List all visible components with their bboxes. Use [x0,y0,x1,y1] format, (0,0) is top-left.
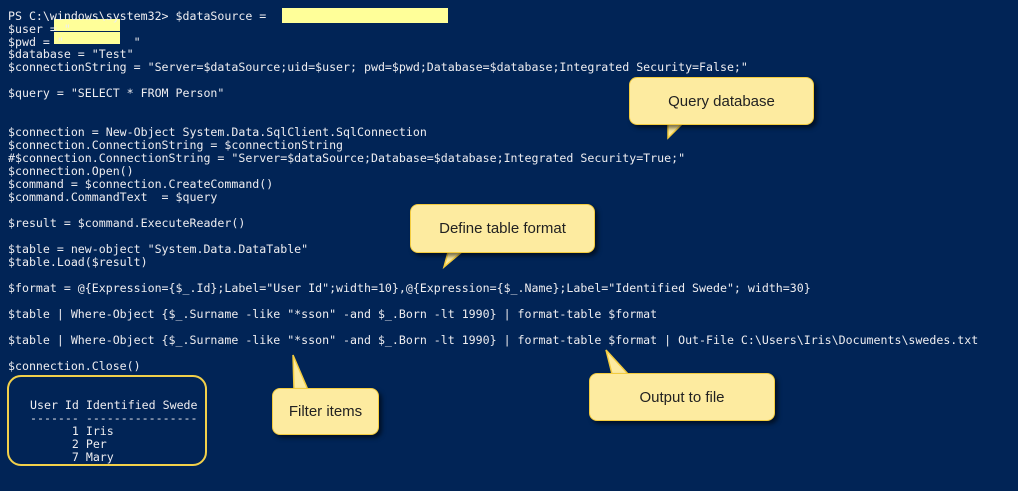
code-line: $table | Where-Object {$_.Surname -like … [8,333,979,347]
callout-query-database: Query database [629,77,814,125]
code-line: $table | Where-Object {$_.Surname -like … [8,307,658,321]
output-table-row: 7 Mary [30,450,114,464]
code-line: $connection.Close() [8,359,141,373]
callout-filter-items: Filter items [272,388,379,435]
powershell-console[interactable]: PS C:\windows\system32> $dataSource = $u… [0,0,1018,491]
code-line: $connectionString = "Server=$dataSource;… [8,60,748,74]
callout-filter-label: Filter items [288,403,363,420]
code-line: $table.Load($result) [8,255,148,269]
code-line: $command.CommandText = $query [8,190,218,204]
callout-query-label: Query database [668,92,775,110]
code-line: $result = $command.ExecuteReader() [8,216,246,230]
code-line: $format = @{Expression={$_.Id};Label="Us… [8,281,811,295]
callout-define-table-format: Define table format [410,204,595,253]
redacted-datasource [282,8,448,23]
code-line: $query = "SELECT * FROM Person" [8,86,225,100]
callout-output-to-file: Output to file [589,373,775,421]
callout-output-label: Output to file [639,388,725,406]
callout-format-label: Define table format [439,220,566,237]
